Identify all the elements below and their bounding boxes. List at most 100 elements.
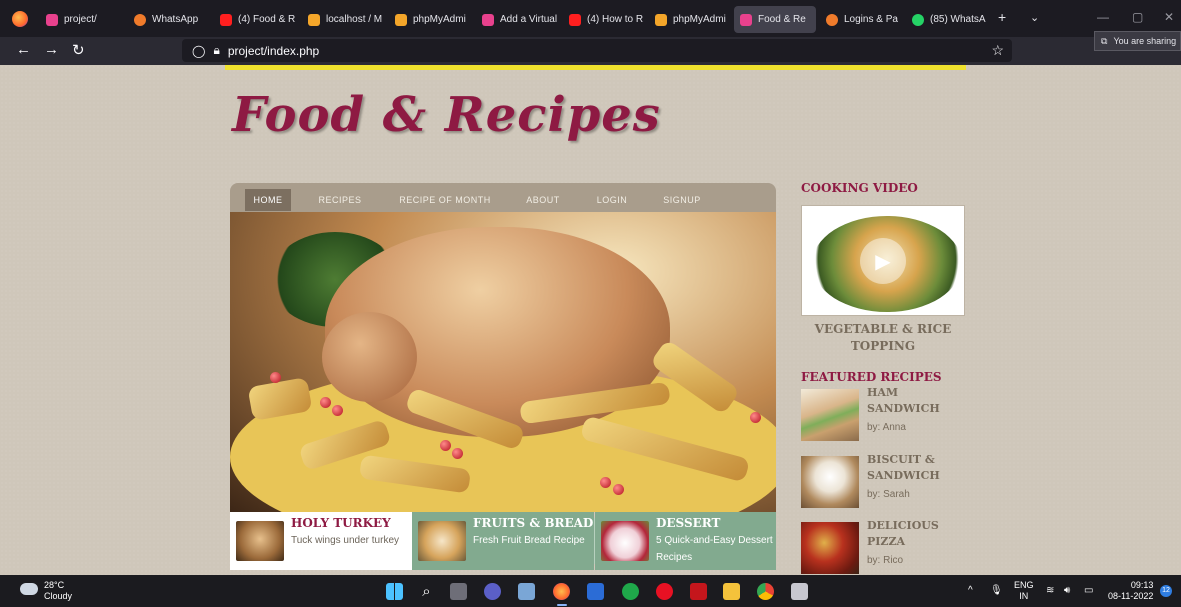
menu-recipes[interactable]: RECIPES [310, 189, 370, 211]
browser-tab-bar: project/ WhatsApp (4) Food & R localhost… [0, 0, 1181, 37]
search-icon[interactable]: ⌕ [418, 583, 435, 600]
task-view-icon[interactable] [450, 583, 467, 600]
top-accent-bar [225, 65, 966, 70]
arrow-right-icon[interactable]: → [44, 41, 59, 58]
featured-name[interactable]: BISCUIT & SANDWICH [867, 452, 967, 484]
whatsapp-icon [912, 13, 924, 26]
biscuit-thumbnail [801, 456, 859, 508]
star-icon[interactable]: ☆ [991, 42, 1004, 59]
new-tab-plus-icon[interactable]: + [998, 9, 1006, 25]
tab-favicon-icon [134, 13, 146, 26]
file-explorer-icon[interactable] [723, 583, 740, 600]
windows-start-icon[interactable] [386, 583, 403, 600]
recipe-cards: HOLY TURKEY Tuck wings under turkey FRUI… [230, 512, 776, 570]
featured-item-biscuit-sandwich[interactable]: BISCUIT & SANDWICH by: Sarah [801, 453, 971, 514]
cooking-video-heading: COOKING VIDEO [801, 181, 918, 195]
card-dessert[interactable]: DESSERT 5 Quick-and-Easy Dessert Recipes [595, 512, 776, 570]
chrome-icon[interactable] [757, 583, 774, 600]
youtube-icon [220, 13, 232, 26]
share-screen-icon: ⧉ [1101, 35, 1108, 46]
featured-author: by: Rico [867, 555, 904, 566]
menu-home[interactable]: HOME [245, 189, 291, 211]
tab-localhost[interactable]: localhost / M [302, 6, 386, 33]
chevron-down-icon[interactable]: ⌄ [1030, 11, 1039, 24]
language-indicator[interactable]: ENG IN [1014, 580, 1034, 602]
notification-badge[interactable]: 12 [1160, 585, 1172, 597]
reload-icon[interactable]: ↻ [72, 41, 85, 59]
tab-project[interactable]: project/ [40, 6, 122, 33]
ham-sandwich-thumbnail [801, 389, 859, 441]
app-red-icon[interactable] [690, 583, 707, 600]
tab-phpmyadmin-1[interactable]: phpMyAdmi [389, 6, 473, 33]
menu-login[interactable]: LOGIN [588, 189, 636, 211]
menu-recipe-of-month[interactable]: RECIPE OF MONTH [390, 189, 500, 211]
dessert-thumbnail [601, 521, 649, 561]
featured-item-ham-sandwich[interactable]: HAM SANDWICH by: Anna [801, 386, 971, 447]
cooking-video-player[interactable]: ▶ [801, 205, 965, 316]
tab-favicon-icon [482, 13, 494, 26]
system-clock[interactable]: 09:13 08-11-2022 [1108, 580, 1153, 602]
card-title[interactable]: DESSERT [656, 516, 720, 530]
tab-youtube-food[interactable]: (4) Food & R [214, 6, 298, 33]
volume-icon[interactable]: 🔊︎ [1064, 585, 1070, 596]
close-window-icon[interactable]: ✕ [1164, 10, 1174, 24]
url-text[interactable]: project/index.php [228, 44, 319, 58]
turkey-thumbnail [236, 521, 284, 561]
tab-youtube-how-to[interactable]: (4) How to R [563, 6, 647, 33]
weather-widget[interactable]: 28°C Cloudy [44, 580, 72, 602]
lock-warning-icon[interactable]: 🔒︎ [213, 43, 219, 58]
tab-food-recipes-active[interactable]: Food & Re ✕ [734, 6, 816, 33]
cranberry-shape [452, 448, 463, 459]
opera-icon[interactable] [656, 583, 673, 600]
fruit-bread-thumbnail [418, 521, 466, 561]
card-fruits-bread[interactable]: FRUITS & BREAD Fresh Fruit Bread Recipe [412, 512, 594, 570]
cranberry-shape [332, 405, 343, 416]
battery-icon[interactable]: ▭ [1084, 585, 1093, 596]
firefox-taskbar-icon[interactable] [553, 583, 570, 600]
card-title[interactable]: FRUITS & BREAD [473, 516, 593, 530]
tab-logins[interactable]: Logins & Pa [820, 6, 904, 33]
menu-about[interactable]: ABOUT [518, 189, 568, 211]
wifi-icon[interactable]: ≋ [1046, 585, 1054, 596]
xbox-icon[interactable] [622, 583, 639, 600]
youtube-icon [569, 13, 581, 26]
firefox-icon[interactable] [12, 11, 28, 27]
microphone-icon[interactable]: 🎙︎ [990, 585, 1003, 596]
site-logo[interactable]: Food & Recipes [232, 87, 661, 143]
featured-item-delicious-pizza[interactable]: DELICIOUS PIZZA by: Rico [801, 519, 971, 575]
chat-icon[interactable] [484, 583, 501, 600]
shield-icon[interactable]: ◯ [192, 44, 205, 58]
play-icon[interactable]: ▶ [860, 238, 906, 284]
store-icon[interactable] [587, 583, 604, 600]
phpmyadmin-icon [308, 13, 320, 26]
card-holy-turkey[interactable]: HOLY TURKEY Tuck wings under turkey [230, 512, 412, 570]
tab-favicon-icon [46, 13, 58, 26]
arrow-left-icon[interactable]: ← [16, 41, 31, 58]
menu-signup[interactable]: SIGNUP [654, 189, 710, 211]
featured-recipes-heading: FEATURED RECIPES [801, 370, 942, 384]
tab-phpmyadmin-2[interactable]: phpMyAdmi [649, 6, 731, 33]
active-app-indicator [557, 604, 567, 606]
browser-nav-bar: ← → ↻ ◯ 🔒︎ project/index.php ☆ [0, 37, 1181, 65]
pizza-thumbnail [801, 522, 859, 574]
tab-whatsapp[interactable]: WhatsApp [128, 6, 210, 33]
url-bar[interactable]: ◯ 🔒︎ project/index.php ☆ [182, 39, 1012, 62]
video-caption[interactable]: VEGETABLE & RICE TOPPING [801, 321, 965, 355]
phpmyadmin-icon [655, 13, 667, 26]
cloud-icon[interactable] [20, 583, 38, 595]
turkey-leg-shape [322, 312, 417, 402]
hero-turkey-image [230, 212, 776, 512]
paint-icon[interactable] [791, 583, 808, 600]
photos-icon[interactable] [518, 583, 535, 600]
screen-share-notice[interactable]: ⧉ You are sharing [1094, 31, 1181, 51]
tab-add-virtual[interactable]: Add a Virtual [476, 6, 560, 33]
tab-favicon-icon [740, 13, 752, 26]
chevron-up-icon[interactable]: ^ [968, 585, 973, 596]
featured-name[interactable]: DELICIOUS PIZZA [867, 518, 967, 550]
tab-whatsapp-85[interactable]: (85) WhatsA [906, 6, 988, 33]
minimize-icon[interactable]: — [1097, 10, 1109, 24]
featured-name[interactable]: HAM SANDWICH [867, 385, 967, 417]
restore-icon[interactable]: ▢ [1132, 10, 1143, 24]
card-title[interactable]: HOLY TURKEY [291, 516, 391, 530]
cranberry-shape [600, 477, 611, 488]
